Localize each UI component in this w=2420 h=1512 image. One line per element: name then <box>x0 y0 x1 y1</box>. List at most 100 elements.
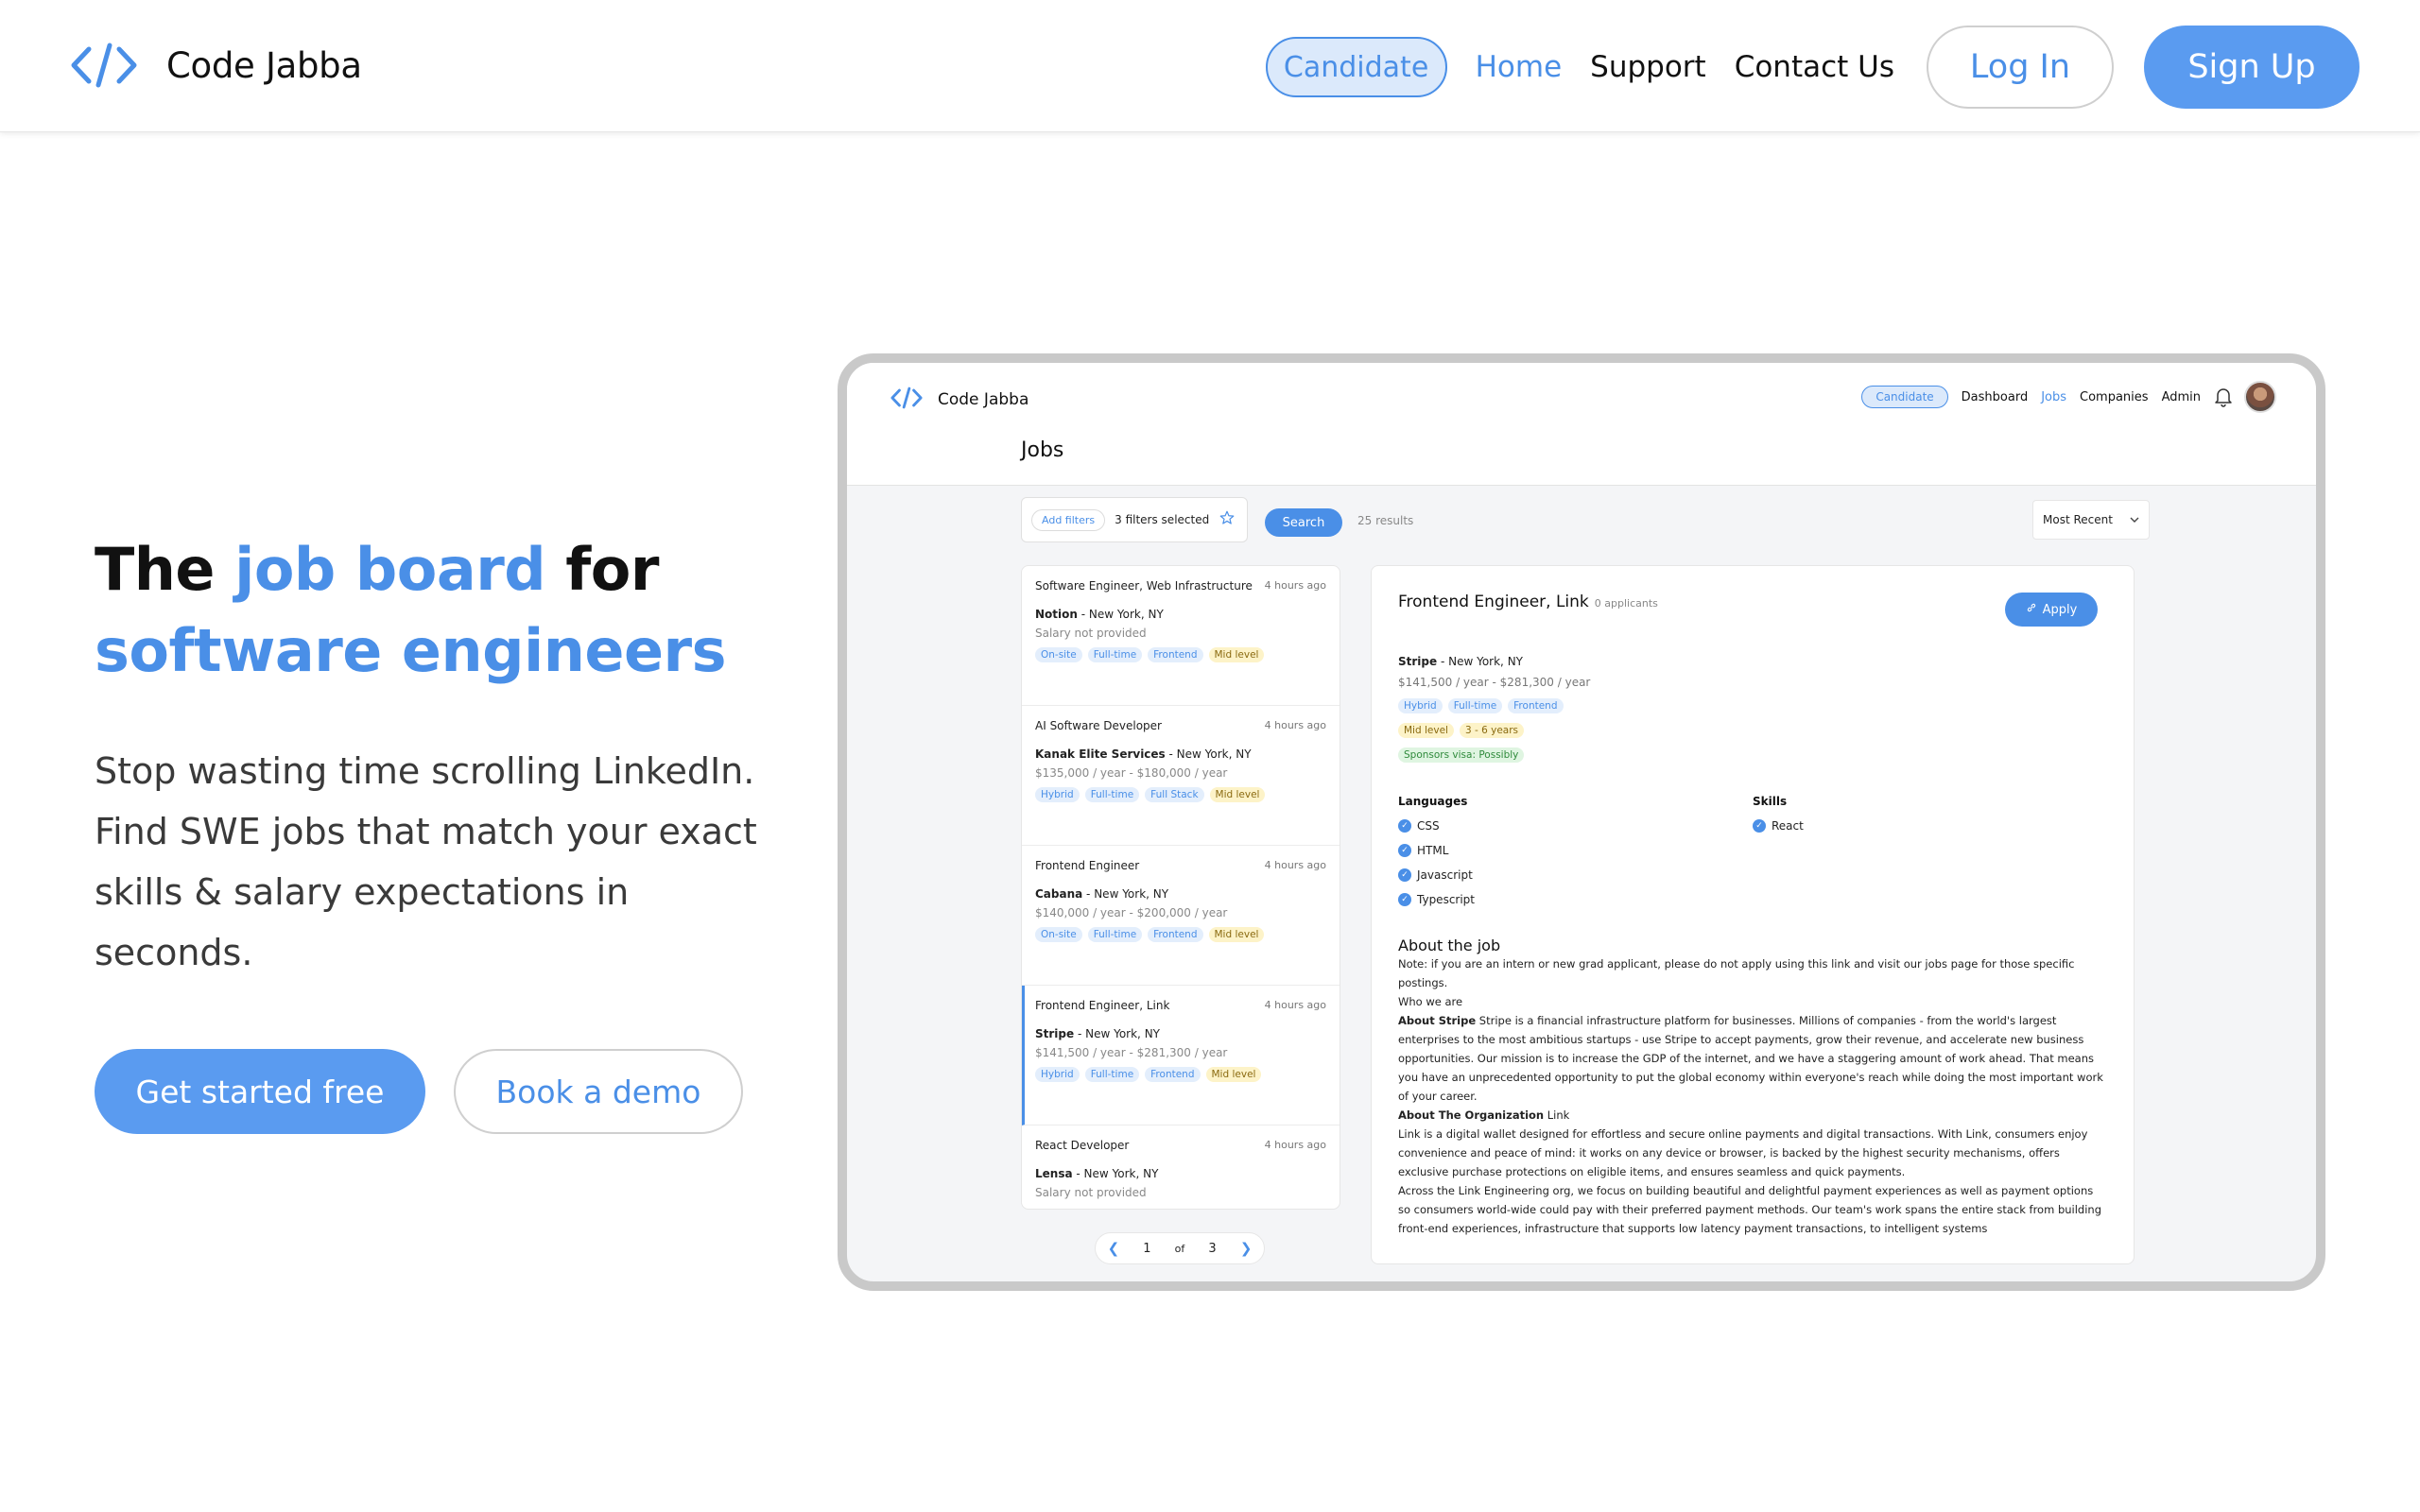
job-salary: Salary not provided <box>1035 627 1147 640</box>
hero-actions: Get started free Book a demo <box>95 1049 775 1134</box>
skills-list: Skills ✓ React <box>1753 795 2107 912</box>
page-title: Jobs <box>1021 438 1064 462</box>
hero-title: The job board for software engineers <box>95 529 775 692</box>
nav-support[interactable]: Support <box>1590 50 1706 84</box>
about-org-name: Link <box>1544 1108 1570 1122</box>
about-note: Note: if you are an intern or new grad a… <box>1398 957 2075 989</box>
about-org: Link is a digital wallet designed for ef… <box>1398 1127 2088 1178</box>
hero-title-part: The <box>95 535 235 604</box>
detail-tags-visa: Sponsors visa: Possibly <box>1398 747 2107 763</box>
language-name: Javascript <box>1417 868 1473 882</box>
app-nav-dashboard: Dashboard <box>1961 389 2029 404</box>
check-circle-icon: ✓ <box>1398 893 1411 906</box>
who-we-are: Who we are <box>1398 995 1463 1008</box>
app-nav-admin: Admin <box>2161 389 2201 404</box>
app-candidate-toggle: Candidate <box>1861 386 1948 408</box>
job-company-name: Kanak Elite Services <box>1035 747 1166 761</box>
about-org-label: About The Organization <box>1398 1108 1545 1122</box>
results-count: 25 results <box>1357 514 1414 527</box>
about-text: Note: if you are an intern or new grad a… <box>1398 954 2107 1238</box>
job-detail: Frontend Engineer, Link 0 applicants Appl… <box>1371 565 2135 1264</box>
list-item-selected: Frontend Engineer, Link 4 hours ago Strip… <box>1022 986 1340 1125</box>
chevron-down-icon <box>2130 513 2139 526</box>
check-circle-icon: ✓ <box>1398 844 1411 857</box>
link-icon <box>2026 602 2037 617</box>
job-tags: Hybrid Full-time Frontend Mid level <box>1035 1067 1326 1082</box>
applicants-count: 0 applicants <box>1594 597 1658 610</box>
detail-company: Stripe - New York, NY <box>1398 655 1523 668</box>
brand-name: Code Jabba <box>166 44 362 86</box>
about-heading: About the job <box>1398 936 1501 954</box>
language-name: Typescript <box>1417 893 1476 906</box>
filters-count: 3 filters selected <box>1115 513 1210 526</box>
skill-name: React <box>1772 819 1804 833</box>
job-time: 4 hours ago <box>1264 1139 1326 1151</box>
get-started-button[interactable]: Get started free <box>95 1049 425 1134</box>
app-nav-jobs: Jobs <box>2041 389 2067 404</box>
brand-logo[interactable]: Code Jabba <box>70 40 362 91</box>
tag: Full-time <box>1084 787 1140 802</box>
detail-salary: $141,500 / year - $281,300 / year <box>1398 676 1591 689</box>
hero-title-accent: job board <box>234 535 546 604</box>
visa-tag: Sponsors visa: Possibly <box>1398 747 1525 763</box>
job-salary: $140,000 / year - $200,000 / year <box>1035 906 1228 919</box>
list-item: React Developer 4 hours ago Lensa - New Y… <box>1022 1125 1340 1209</box>
app-nav-companies: Companies <box>2080 389 2149 404</box>
job-salary: $135,000 / year - $180,000 / year <box>1035 766 1228 780</box>
language-item: ✓ Javascript <box>1398 863 1753 887</box>
check-circle-icon: ✓ <box>1398 819 1411 833</box>
job-time: 4 hours ago <box>1264 859 1326 871</box>
top-nav: Code Jabba Candidate Home Support Contac… <box>0 0 2420 132</box>
tag: Full-time <box>1084 1067 1140 1082</box>
filter-bar: Add filters 3 filters selected <box>1021 497 1248 542</box>
tag: Frontend <box>1508 698 1564 713</box>
book-demo-button[interactable]: Book a demo <box>454 1049 743 1134</box>
language-name: HTML <box>1417 844 1449 857</box>
signup-button[interactable]: Sign Up <box>2144 26 2360 109</box>
candidate-toggle[interactable]: Candidate <box>1265 37 1447 97</box>
job-time: 4 hours ago <box>1264 999 1326 1011</box>
hero-subtitle: Stop wasting time scrolling LinkedIn. Fi… <box>95 750 757 973</box>
nav-links: Candidate Home Support Contact Us Log In… <box>1265 25 2360 110</box>
about-stripe-label: About Stripe <box>1398 1014 1477 1027</box>
app-nav: Code Jabba Candidate Dashboard Jobs Comp… <box>847 363 2316 486</box>
detail-location: New York, NY <box>1448 655 1523 668</box>
list-item: AI Software Developer 4 hours ago Kanak E… <box>1022 706 1340 846</box>
level-tag: Mid level <box>1398 723 1454 738</box>
skills-grid: Languages ✓ CSS ✓ HTML ✓ Javascript ✓ Typesc… <box>1398 795 2107 912</box>
add-filters-button: Add filters <box>1031 508 1106 531</box>
level-tag: Mid level <box>1208 647 1265 662</box>
job-title: Frontend Engineer <box>1035 859 1140 872</box>
sort-select: Most Recent <box>2032 500 2150 540</box>
hero-section: The job board for software engineers Sto… <box>95 529 775 1134</box>
app-brand-name: Code Jabba <box>938 390 1029 409</box>
tag: Hybrid <box>1035 1067 1080 1082</box>
about-stripe-text: Stripe is a financial infrastructure pla… <box>1398 1014 2103 1103</box>
level-tag: Mid level <box>1205 1067 1262 1082</box>
page-current: 1 <box>1143 1241 1151 1256</box>
detail-company-name: Stripe <box>1398 655 1438 668</box>
detail-tags-level: Mid level 3 - 6 years <box>1398 723 2107 738</box>
nav-home[interactable]: Home <box>1476 50 1563 84</box>
chevron-left-icon: ❮ <box>1107 1240 1120 1257</box>
page-of: of <box>1174 1242 1185 1255</box>
job-location: New York, NY <box>1088 608 1164 621</box>
detail-title: Frontend Engineer, Link 0 applicants <box>1398 593 2107 611</box>
tag: Full-time <box>1087 927 1143 942</box>
job-company-name: Lensa <box>1035 1167 1073 1180</box>
tag: Frontend <box>1145 1067 1201 1082</box>
tag: Hybrid <box>1398 698 1443 713</box>
check-circle-icon: ✓ <box>1753 819 1766 833</box>
chevron-right-icon: ❯ <box>1239 1240 1253 1257</box>
code-brackets-icon <box>70 40 138 91</box>
tag: Hybrid <box>1035 787 1080 802</box>
nav-contact[interactable]: Contact Us <box>1735 50 1894 84</box>
job-company: Notion - New York, NY <box>1035 608 1164 621</box>
job-company-name: Notion <box>1035 608 1078 621</box>
login-button[interactable]: Log In <box>1927 26 2114 109</box>
level-tag: Mid level <box>1208 927 1265 942</box>
sort-value: Most Recent <box>2043 513 2113 526</box>
tag: Frontend <box>1148 927 1203 942</box>
experience-tag: 3 - 6 years <box>1459 723 1525 738</box>
app-nav-links: Candidate Dashboard Jobs Companies Admin <box>1861 378 2276 416</box>
